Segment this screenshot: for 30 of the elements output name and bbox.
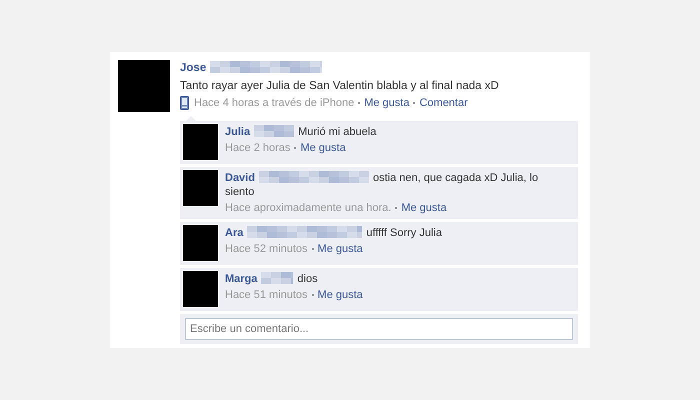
timestamp: Hace 2 horas (225, 141, 290, 155)
comment-field[interactable]: Escribe un comentario... (185, 318, 573, 340)
post-text: Tanto rayar ayer Julia de San Valentin blabla y al final nada xD (180, 79, 500, 94)
author-link[interactable]: Jose (180, 62, 206, 74)
comment-text: Marga dios (225, 272, 319, 286)
avatar (118, 60, 170, 112)
avatar (183, 170, 218, 206)
like-link[interactable]: Me gusta (300, 141, 346, 155)
author-link[interactable]: David (225, 172, 255, 184)
comment-text: Ara ufffff Sorry Julia (225, 226, 443, 240)
avatar (183, 124, 218, 160)
blurred-name (254, 125, 294, 137)
comment-text: David ostia nen, que cagada xD Julia, lo siento (225, 171, 540, 199)
phone-icon (180, 96, 189, 110)
like-link[interactable]: Me gusta (318, 242, 363, 256)
like-link[interactable]: Me gusta (364, 96, 410, 110)
comment-text: Julia Murió mi abuela (225, 125, 378, 139)
avatar (183, 225, 218, 261)
timestamp: Hace aproximadamente una hora. (225, 201, 392, 215)
timestamp: Hace 52 minutos (225, 242, 308, 256)
timestamp: Hace 4 horas a través de iPhone (194, 96, 354, 110)
avatar (183, 271, 218, 307)
comment-link[interactable]: Comentar (419, 96, 468, 110)
like-link[interactable]: Me gusta (401, 201, 447, 215)
blurred-name (261, 272, 294, 284)
timestamp: Hace 51 minutos (225, 288, 308, 302)
author-link[interactable]: Ara (225, 227, 244, 239)
author-link[interactable]: Marga (225, 273, 258, 285)
author-link[interactable]: Julia (225, 126, 250, 138)
like-link[interactable]: Me gusta (318, 288, 363, 302)
